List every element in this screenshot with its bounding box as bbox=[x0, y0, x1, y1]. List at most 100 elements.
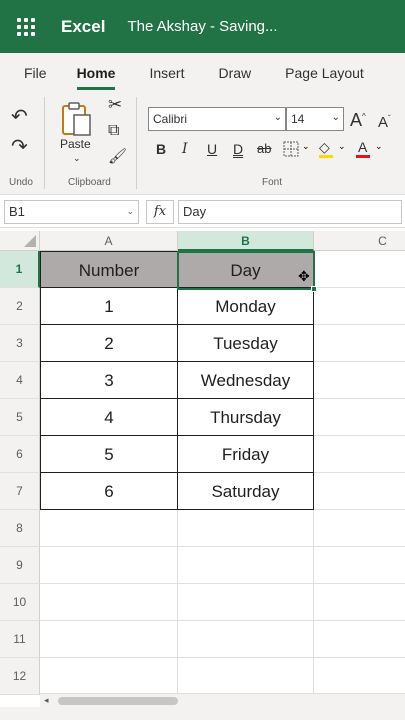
row-header-4[interactable]: 4 bbox=[0, 362, 40, 399]
cell-a9[interactable] bbox=[40, 547, 178, 584]
cell-b8[interactable] bbox=[178, 510, 314, 547]
cell-c5[interactable] bbox=[314, 399, 405, 436]
cell-a4[interactable]: 3 bbox=[40, 362, 178, 399]
cell-a11[interactable] bbox=[40, 621, 178, 658]
underline-button[interactable]: U bbox=[207, 141, 217, 157]
cell-b9[interactable] bbox=[178, 547, 314, 584]
cell-a10[interactable] bbox=[40, 584, 178, 621]
tab-file[interactable]: File bbox=[24, 65, 47, 81]
row-header-10[interactable]: 10 bbox=[0, 584, 40, 621]
undo-icon[interactable]: ↶ bbox=[11, 107, 28, 127]
cell-b10[interactable] bbox=[178, 584, 314, 621]
column-header-b[interactable]: B bbox=[178, 231, 314, 251]
cell-c7[interactable] bbox=[314, 473, 405, 510]
column-header-a[interactable]: A bbox=[40, 231, 178, 251]
row-header-6[interactable]: 6 bbox=[0, 436, 40, 473]
cell-c3[interactable] bbox=[314, 325, 405, 362]
select-all-button[interactable] bbox=[0, 231, 40, 251]
document-title[interactable]: The Akshay - Saving... bbox=[127, 18, 277, 35]
cell-b12[interactable] bbox=[178, 658, 314, 695]
row-header-5[interactable]: 5 bbox=[0, 399, 40, 436]
cell-c2[interactable] bbox=[314, 288, 405, 325]
double-underline-button[interactable]: D bbox=[233, 141, 243, 157]
row-header-8[interactable]: 8 bbox=[0, 510, 40, 547]
cell-c9[interactable] bbox=[314, 547, 405, 584]
cell-b11[interactable] bbox=[178, 621, 314, 658]
tab-draw[interactable]: Draw bbox=[218, 65, 251, 81]
cell-b2[interactable]: Monday bbox=[178, 288, 314, 325]
shrink-font-button[interactable]: Aˇ bbox=[378, 111, 391, 131]
cell-a3[interactable]: 2 bbox=[40, 325, 178, 362]
row-header-3[interactable]: 3 bbox=[0, 325, 40, 362]
chevron-down-icon: ⌄ bbox=[73, 153, 81, 163]
cell-c10[interactable] bbox=[314, 584, 405, 621]
cell-c4[interactable] bbox=[314, 362, 405, 399]
font-color-button[interactable]: A ⌄ bbox=[356, 139, 386, 159]
font-name-select[interactable]: Calibri ⌄ bbox=[148, 107, 286, 131]
row-header-7[interactable]: 7 bbox=[0, 473, 40, 510]
tab-page-layout[interactable]: Page Layout bbox=[285, 65, 364, 81]
cell-a6[interactable]: 5 bbox=[40, 436, 178, 473]
horizontal-scrollbar[interactable]: ◂ bbox=[40, 693, 405, 707]
cell-b1[interactable]: Day bbox=[178, 251, 314, 288]
cell-a12[interactable] bbox=[40, 658, 178, 695]
row-header-2[interactable]: 2 bbox=[0, 288, 40, 325]
chevron-down-icon: ⌄ bbox=[126, 206, 134, 216]
scroll-thumb[interactable] bbox=[58, 697, 178, 705]
bold-button[interactable]: B bbox=[156, 141, 166, 157]
cell-c12[interactable] bbox=[314, 658, 405, 695]
move-cursor-icon: ✥ bbox=[298, 268, 310, 284]
row-header-11[interactable]: 11 bbox=[0, 621, 40, 658]
name-box-value: B1 bbox=[9, 204, 25, 219]
row-header-1[interactable]: 1 bbox=[0, 251, 40, 288]
divider bbox=[44, 97, 45, 189]
font-name-value: Calibri bbox=[153, 112, 188, 126]
format-painter-icon[interactable]: 🖌 bbox=[108, 149, 127, 165]
tab-insert[interactable]: Insert bbox=[149, 65, 184, 81]
title-bar: Excel The Akshay - Saving... bbox=[0, 0, 405, 53]
paste-button[interactable]: Paste ⌄ bbox=[58, 99, 96, 169]
copy-icon[interactable]: ⧉ bbox=[108, 123, 119, 139]
fill-color-button[interactable]: ◇ ⌄ bbox=[319, 139, 349, 159]
chevron-down-icon: ⌄ bbox=[331, 112, 340, 123]
cut-icon[interactable]: ✂ bbox=[108, 96, 122, 113]
row-header-9[interactable]: 9 bbox=[0, 547, 40, 584]
cell-c8[interactable] bbox=[314, 510, 405, 547]
name-box[interactable]: B1 ⌄ bbox=[4, 200, 139, 224]
font-group-label: Font bbox=[262, 177, 283, 188]
spreadsheet-grid: A B C 1 2 3 4 5 6 7 8 9 10 11 12 Number … bbox=[0, 231, 405, 701]
cell-c11[interactable] bbox=[314, 621, 405, 658]
insert-function-button[interactable]: fx bbox=[146, 200, 174, 224]
app-name[interactable]: Excel bbox=[61, 17, 105, 37]
cell-c1[interactable] bbox=[314, 251, 405, 288]
cell-b3[interactable]: Tuesday bbox=[178, 325, 314, 362]
borders-button[interactable]: ⌄ bbox=[283, 141, 313, 159]
cell-a5[interactable]: 4 bbox=[40, 399, 178, 436]
cell-a2[interactable]: 1 bbox=[40, 288, 178, 325]
row-header-12[interactable]: 12 bbox=[0, 658, 40, 695]
cell-a8[interactable] bbox=[40, 510, 178, 547]
strikethrough-button[interactable]: ab bbox=[257, 141, 271, 156]
ribbon-tabs: File Home Insert Draw Page Layout bbox=[0, 53, 405, 93]
cell-b5[interactable]: Thursday bbox=[178, 399, 314, 436]
cell-b6[interactable]: Friday bbox=[178, 436, 314, 473]
italic-button[interactable]: I bbox=[182, 141, 188, 157]
redo-icon[interactable]: ↷ bbox=[11, 137, 28, 157]
scroll-left-icon[interactable]: ◂ bbox=[44, 695, 49, 706]
cell-b4[interactable]: Wednesday bbox=[178, 362, 314, 399]
app-launcher-icon[interactable] bbox=[17, 17, 35, 36]
status-bar bbox=[0, 707, 405, 720]
grow-font-button[interactable]: A^ bbox=[350, 109, 366, 129]
font-size-select[interactable]: 14 ⌄ bbox=[286, 107, 344, 131]
cell-c6[interactable] bbox=[314, 436, 405, 473]
fill-color-swatch bbox=[319, 155, 333, 158]
formula-input[interactable]: Day bbox=[178, 200, 402, 224]
chevron-down-icon: ⌄ bbox=[273, 112, 282, 123]
tab-home[interactable]: Home bbox=[76, 65, 115, 90]
cell-b7[interactable]: Saturday bbox=[178, 473, 314, 510]
column-header-c[interactable]: C bbox=[314, 231, 405, 251]
font-color-swatch bbox=[356, 155, 370, 158]
cell-a1[interactable]: Number bbox=[40, 251, 178, 288]
cell-a7[interactable]: 6 bbox=[40, 473, 178, 510]
paste-label: Paste bbox=[60, 137, 91, 151]
